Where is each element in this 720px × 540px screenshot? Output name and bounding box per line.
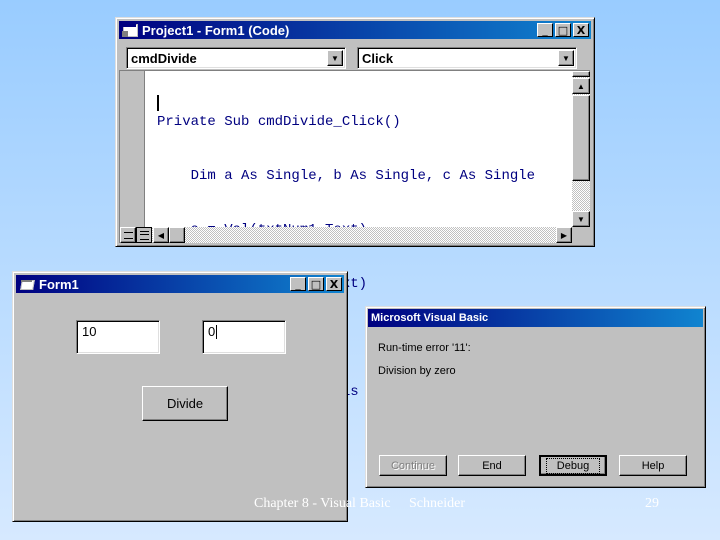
debug-button[interactable]: Debug [539,455,607,476]
arrow-down-icon: ▼ [577,214,585,224]
resize-grip[interactable] [572,227,590,243]
txtnum1-input[interactable]: 10 [76,320,160,354]
footer-chapter: Chapter 8 - Visual Basic [254,496,391,511]
procedure-combo[interactable]: Click ▼ [357,47,577,69]
maximize-icon: □ [557,23,569,37]
scroll-left-button[interactable]: ◀ [153,227,169,243]
chevron-down-icon: ▼ [331,53,339,63]
footer-page-number: 29 [645,496,659,511]
minimize-button[interactable]: _ [290,277,306,291]
debug-button-label: Debug [545,457,601,474]
divide-button-label: Divide [166,396,204,411]
continue-button-label: Continue [390,459,436,472]
text-caret [216,325,217,339]
scroll-up-button[interactable] [572,71,590,77]
object-combo[interactable]: cmdDivide ▼ [126,47,346,69]
full-module-view-button[interactable] [136,227,152,243]
form-icon [19,277,35,291]
scroll-right-button[interactable]: ▶ [556,227,572,243]
maximize-button[interactable]: □ [555,23,571,37]
form1-titlebar[interactable]: Form1 _ □ X [16,275,344,293]
procedure-combo-dropdown-button[interactable]: ▼ [558,50,574,66]
code-line: Dim a As Single, b As Single, c As Singl… [157,168,536,184]
code-editor[interactable]: Private Sub cmdDivide_Click() Dim a As S… [119,70,590,454]
procedure-view-button[interactable] [120,227,136,243]
code-window-titlebar[interactable]: Project1 - Form1 (Code) _ □ X [119,21,591,39]
txtnum2-value: 0 [208,324,216,339]
form1-title: Form1 [39,276,79,292]
end-button[interactable]: End [458,455,526,476]
code-window-icon [122,23,138,37]
arrow-right-icon: ▶ [560,230,568,240]
footer-author: Schneider [409,496,465,511]
error-message-text: Division by zero [378,365,456,377]
code-margin-indicator-bar[interactable] [120,71,145,227]
code-window-title: Project1 - Form1 (Code) [142,22,290,38]
end-button-label: End [482,459,502,472]
close-button[interactable]: X [326,277,342,291]
procedure-view-icon [123,231,133,239]
error-code-text: Run-time error '11': [378,342,471,354]
full-module-view-icon [139,230,149,240]
txtnum1-value: 10 [82,324,97,339]
chevron-down-icon: ▼ [562,53,570,63]
code-window: Project1 - Form1 (Code) _ □ X cmdDivide … [115,17,595,454]
help-button[interactable]: Help [619,455,687,476]
maximize-icon: □ [310,277,322,291]
error-dialog-titlebar[interactable]: Microsoft Visual Basic [368,309,703,327]
arrow-left-icon: ◀ [157,230,165,240]
object-combo-dropdown-button[interactable]: ▼ [327,50,343,66]
code-line: Private Sub cmdDivide_Click() [157,114,401,130]
minimize-icon: _ [542,23,548,37]
arrow-up-icon: ▲ [577,81,585,91]
form1-window: Form1 _ □ X 10 0 Divide [12,271,348,522]
scroll-down-button[interactable]: ▼ [572,211,590,227]
minimize-icon: _ [295,277,301,291]
close-icon: X [329,277,339,291]
error-dialog: Microsoft Visual Basic Run-time error '1… [365,306,706,488]
txtnum2-input[interactable]: 0 [202,320,286,354]
vertical-scrollbar[interactable]: ▲ ▼ [572,71,590,227]
close-icon: X [576,23,586,37]
continue-button: Continue [379,455,447,476]
horizontal-scroll-thumb[interactable] [169,227,185,243]
help-button-label: Help [641,459,665,472]
vertical-scroll-thumb[interactable] [572,95,590,181]
object-combo-value: cmdDivide [131,51,197,66]
scroll-up-button[interactable]: ▲ [572,78,590,94]
close-button[interactable]: X [573,23,589,37]
maximize-button[interactable]: □ [308,277,324,291]
text-caret [157,95,159,111]
procedure-combo-value: Click [362,51,394,66]
divide-button[interactable]: Divide [142,386,228,421]
horizontal-scrollbar[interactable]: ◀ ▶ [120,227,572,243]
error-dialog-title: Microsoft Visual Basic [371,312,489,324]
minimize-button[interactable]: _ [537,23,553,37]
